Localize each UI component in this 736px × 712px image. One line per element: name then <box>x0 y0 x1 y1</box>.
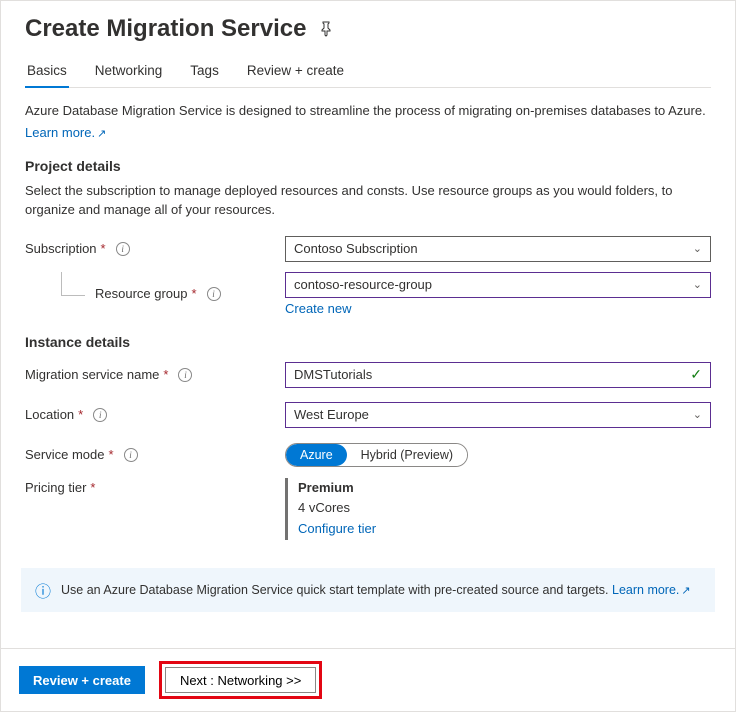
quickstart-banner: ⓘ Use an Azure Database Migration Servic… <box>21 568 715 612</box>
wizard-footer: Review + create Next : Networking >> <box>1 648 735 711</box>
external-link-icon: ↗ <box>681 585 690 597</box>
chevron-down-icon: ⌄ <box>693 278 702 291</box>
pricing-tier-name: Premium <box>298 478 711 499</box>
tab-review-create[interactable]: Review + create <box>245 57 346 88</box>
info-icon[interactable]: i <box>93 408 107 422</box>
tab-networking[interactable]: Networking <box>93 57 165 88</box>
location-select[interactable]: West Europe ⌄ <box>285 402 711 428</box>
instance-details-heading: Instance details <box>25 334 711 350</box>
banner-text: Use an Azure Database Migration Service … <box>61 583 609 597</box>
info-icon[interactable]: i <box>116 242 130 256</box>
highlight-box: Next : Networking >> <box>159 661 322 699</box>
service-mode-toggle: Azure Hybrid (Preview) <box>285 443 468 467</box>
subscription-label: Subscription* i <box>25 241 285 256</box>
subscription-value: Contoso Subscription <box>294 241 418 256</box>
intro-text: Azure Database Migration Service is desi… <box>25 102 711 121</box>
pin-icon[interactable] <box>318 21 334 37</box>
intro-learn-more-link[interactable]: Learn more.↗ <box>25 125 106 140</box>
tab-tags[interactable]: Tags <box>188 57 221 88</box>
configure-tier-link[interactable]: Configure tier <box>298 521 376 536</box>
page-title-text: Create Migration Service <box>25 15 306 43</box>
location-label: Location* i <box>25 407 285 422</box>
info-icon[interactable]: i <box>207 287 221 301</box>
pricing-tier-label: Pricing tier* <box>25 478 285 495</box>
pricing-tier-block: Premium 4 vCores Configure tier <box>285 478 711 540</box>
service-mode-hybrid[interactable]: Hybrid (Preview) <box>347 444 467 466</box>
info-icon[interactable]: i <box>124 448 138 462</box>
review-create-button[interactable]: Review + create <box>19 666 145 694</box>
create-new-rg-link[interactable]: Create new <box>285 301 351 316</box>
project-details-desc: Select the subscription to manage deploy… <box>25 182 711 220</box>
external-link-icon: ↗ <box>97 128 106 140</box>
info-icon[interactable]: i <box>178 368 192 382</box>
subscription-select[interactable]: Contoso Subscription ⌄ <box>285 236 711 262</box>
info-circle-icon: ⓘ <box>35 578 51 602</box>
banner-learn-more-link[interactable]: Learn more.↗ <box>612 583 691 597</box>
tabs-bar: Basics Networking Tags Review + create <box>25 57 711 88</box>
indent-connector <box>61 272 85 296</box>
next-networking-button[interactable]: Next : Networking >> <box>165 667 316 693</box>
checkmark-icon: ✓ <box>690 366 702 383</box>
pricing-tier-cores: 4 vCores <box>298 498 711 519</box>
service-mode-label: Service mode* i <box>25 447 285 462</box>
project-details-heading: Project details <box>25 158 711 174</box>
migration-name-label: Migration service name* i <box>25 367 285 382</box>
resource-group-label: Resource group* i <box>25 286 285 301</box>
migration-name-value: DMSTutorials <box>294 367 372 382</box>
page-title: Create Migration Service <box>25 15 711 43</box>
chevron-down-icon: ⌄ <box>693 408 702 421</box>
tab-basics[interactable]: Basics <box>25 57 69 88</box>
service-mode-azure[interactable]: Azure <box>286 444 347 466</box>
resource-group-value: contoso-resource-group <box>294 277 432 292</box>
migration-name-input[interactable]: DMSTutorials ✓ <box>285 362 711 388</box>
location-value: West Europe <box>294 407 369 422</box>
resource-group-select[interactable]: contoso-resource-group ⌄ <box>285 272 711 298</box>
chevron-down-icon: ⌄ <box>693 242 702 255</box>
